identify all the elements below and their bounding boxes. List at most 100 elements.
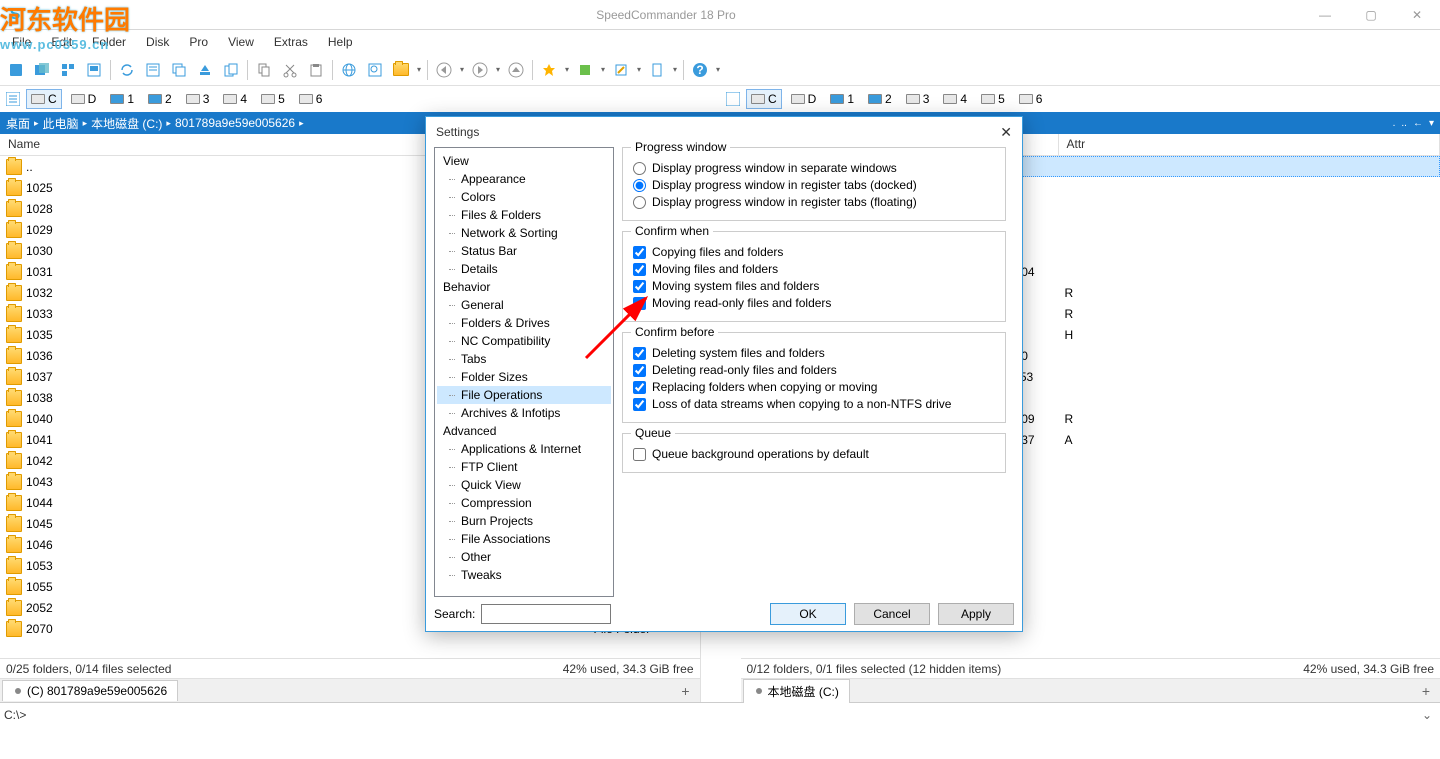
tree-item-quick-view[interactable]: Quick View (437, 476, 611, 494)
tb-star-dropdown[interactable]: ▾ (563, 65, 571, 74)
tb-doc-dropdown[interactable]: ▾ (671, 65, 679, 74)
tree-item-folders-drives[interactable]: Folders & Drives (437, 314, 611, 332)
tb-forward-dropdown[interactable]: ▾ (494, 65, 502, 74)
tb-doc-icon[interactable] (645, 58, 669, 82)
command-history-dropdown[interactable]: ⌄ (1418, 708, 1436, 722)
minimize-button[interactable]: — (1302, 0, 1348, 30)
check-confirm-copy[interactable]: Copying files and folders (633, 245, 995, 259)
tree-item-files-folders[interactable]: Files & Folders (437, 206, 611, 224)
menu-extras[interactable]: Extras (266, 33, 316, 51)
tb-clone-icon[interactable] (219, 58, 243, 82)
drive-4[interactable]: 4 (218, 89, 252, 109)
tb-refresh-icon[interactable] (4, 58, 28, 82)
drive-4[interactable]: 4 (938, 89, 972, 109)
drive-5[interactable]: 5 (256, 89, 290, 109)
tree-item-ftp-client[interactable]: FTP Client (437, 458, 611, 476)
drive-5[interactable]: 5 (976, 89, 1010, 109)
check-delete-system[interactable]: Deleting system files and folders (633, 346, 995, 360)
check-confirm-move-readonly[interactable]: Moving read-only files and folders (633, 296, 995, 310)
tb-copy-icon[interactable] (252, 58, 276, 82)
tb-help-dropdown[interactable]: ▾ (714, 65, 722, 74)
tree-item-tweaks[interactable]: Tweaks (437, 566, 611, 584)
tb-overlay-icon[interactable] (30, 58, 54, 82)
drive-3[interactable]: 3 (901, 89, 935, 109)
tree-item-details[interactable]: Details (437, 260, 611, 278)
tb-search-icon[interactable] (363, 58, 387, 82)
check-replace-folders[interactable]: Replacing folders when copying or moving (633, 380, 995, 394)
tb-tag-icon[interactable] (573, 58, 597, 82)
menu-pro[interactable]: Pro (181, 33, 216, 51)
check-delete-readonly[interactable]: Deleting read-only files and folders (633, 363, 995, 377)
tab[interactable]: 本地磁盘 (C:) (743, 679, 850, 703)
tb-back-dropdown[interactable]: ▾ (458, 65, 466, 74)
tree-item-other[interactable]: Other (437, 548, 611, 566)
col-attr[interactable]: Attr (1059, 134, 1440, 155)
drive-1[interactable]: 1 (105, 89, 139, 109)
tree-item-network-sorting[interactable]: Network & Sorting (437, 224, 611, 242)
settings-tree[interactable]: ViewAppearanceColorsFiles & FoldersNetwo… (434, 147, 614, 597)
maximize-button[interactable]: ▢ (1348, 0, 1394, 30)
drive-D[interactable]: D (786, 89, 822, 109)
tree-item-status-bar[interactable]: Status Bar (437, 242, 611, 260)
ok-button[interactable]: OK (770, 603, 846, 625)
command-input[interactable] (26, 706, 1418, 724)
tb-back-icon[interactable] (432, 58, 456, 82)
apply-button[interactable]: Apply (938, 603, 1014, 625)
drive-2[interactable]: 2 (143, 89, 177, 109)
menu-edit[interactable]: Edit (43, 33, 80, 51)
drive-6[interactable]: 6 (294, 89, 328, 109)
tree-toggle-icon[interactable] (726, 92, 740, 106)
tree-item-burn-projects[interactable]: Burn Projects (437, 512, 611, 530)
tb-sync-icon[interactable] (115, 58, 139, 82)
bc-btn[interactable]: ▾ (1429, 118, 1434, 129)
tb-cascade-icon[interactable] (167, 58, 191, 82)
tree-item-appearance[interactable]: Appearance (437, 170, 611, 188)
tree-category[interactable]: Behavior (437, 278, 611, 296)
menu-disk[interactable]: Disk (138, 33, 177, 51)
drive-3[interactable]: 3 (181, 89, 215, 109)
tree-item-general[interactable]: General (437, 296, 611, 314)
radio-progress-separate[interactable]: Display progress window in separate wind… (633, 161, 995, 175)
drive-1[interactable]: 1 (825, 89, 859, 109)
tree-item-applications-internet[interactable]: Applications & Internet (437, 440, 611, 458)
radio-progress-docked[interactable]: Display progress window in register tabs… (633, 178, 995, 192)
tree-item-nc-compatibility[interactable]: NC Compatibility (437, 332, 611, 350)
menu-file[interactable]: File (4, 33, 39, 51)
tb-filter-icon[interactable] (141, 58, 165, 82)
tb-tag-dropdown[interactable]: ▾ (599, 65, 607, 74)
close-button[interactable]: ✕ (1394, 0, 1440, 30)
tb-paste-icon[interactable] (304, 58, 328, 82)
new-tab-button[interactable]: + (671, 683, 699, 699)
drive-C[interactable]: C (26, 89, 62, 109)
dialog-close-button[interactable]: ✕ (1000, 124, 1012, 141)
tb-preview-icon[interactable] (82, 58, 106, 82)
tb-forward-icon[interactable] (468, 58, 492, 82)
crumb[interactable]: 本地磁盘 (C:) (91, 115, 162, 132)
check-data-streams[interactable]: Loss of data streams when copying to a n… (633, 397, 995, 411)
menu-view[interactable]: View (220, 33, 262, 51)
drive-6[interactable]: 6 (1014, 89, 1048, 109)
tb-edit-dropdown[interactable]: ▾ (635, 65, 643, 74)
tb-tree-icon[interactable] (56, 58, 80, 82)
tree-item-archives-infotips[interactable]: Archives & Infotips (437, 404, 611, 422)
tree-item-folder-sizes[interactable]: Folder Sizes (437, 368, 611, 386)
settings-search-input[interactable] (481, 604, 611, 624)
tb-globe-icon[interactable] (337, 58, 361, 82)
drive-D[interactable]: D (66, 89, 102, 109)
crumb[interactable]: 801789a9e59e005626 (175, 116, 295, 130)
command-line[interactable]: C:\> ⌄ (0, 702, 1440, 726)
tree-category[interactable]: Advanced (437, 422, 611, 440)
check-queue-default[interactable]: Queue background operations by default (633, 447, 995, 461)
crumb[interactable]: 桌面 (6, 115, 30, 132)
tree-category[interactable]: View (437, 152, 611, 170)
tb-star-icon[interactable] (537, 58, 561, 82)
tb-eject-icon[interactable] (193, 58, 217, 82)
tree-toggle-icon[interactable] (6, 92, 20, 106)
check-confirm-move[interactable]: Moving files and folders (633, 262, 995, 276)
new-tab-button[interactable]: + (1412, 683, 1440, 699)
cancel-button[interactable]: Cancel (854, 603, 930, 625)
menu-help[interactable]: Help (320, 33, 361, 51)
radio-progress-floating[interactable]: Display progress window in register tabs… (633, 195, 995, 209)
tree-item-file-operations[interactable]: File Operations (437, 386, 611, 404)
tb-cut-icon[interactable] (278, 58, 302, 82)
